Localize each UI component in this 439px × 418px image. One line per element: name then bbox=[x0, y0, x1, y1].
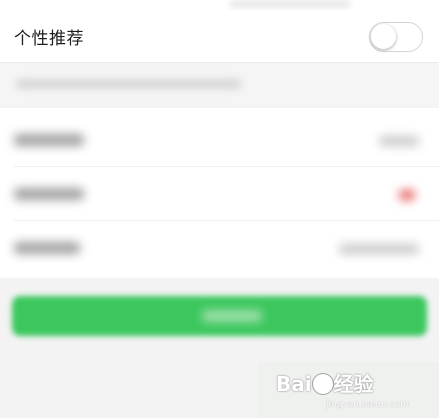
blurred-row[interactable] bbox=[0, 220, 439, 276]
top-blurred-strip bbox=[0, 0, 439, 10]
blurred-button-label bbox=[202, 310, 262, 322]
baidu-jingyan-watermark: Bai 经验 jingyan.baidu.com bbox=[258, 362, 439, 418]
blurred-value bbox=[339, 244, 419, 254]
blurred-settings-panel bbox=[0, 108, 439, 278]
blurred-row[interactable] bbox=[0, 166, 439, 222]
toggle-knob bbox=[371, 24, 396, 49]
watermark-logo-text: 经验 bbox=[333, 372, 374, 396]
blurred-content bbox=[230, 0, 350, 8]
blurred-value bbox=[379, 136, 419, 146]
setting-label: 个性推荐 bbox=[14, 29, 84, 49]
blurred-hint-text bbox=[0, 63, 439, 107]
watermark-logo-text: Bai bbox=[276, 372, 312, 396]
blurred-primary-button[interactable] bbox=[12, 296, 427, 336]
watermark-url: jingyan.baidu.com bbox=[326, 400, 410, 410]
personalized-recommendation-row: 个性推荐 bbox=[0, 10, 439, 63]
blurred-label bbox=[14, 134, 84, 146]
paw-icon bbox=[312, 374, 333, 394]
settings-screen: 个性推荐 Bai 经验 jingyan.baidu.com bbox=[0, 0, 439, 418]
watermark-logo: Bai 经验 bbox=[276, 368, 426, 402]
blurred-label bbox=[14, 242, 80, 254]
blurred-label bbox=[14, 188, 84, 200]
blurred-red-badge bbox=[399, 190, 415, 200]
blurred-content bbox=[16, 79, 241, 89]
blurred-row[interactable] bbox=[0, 112, 439, 168]
personalized-recommendation-toggle[interactable] bbox=[369, 22, 423, 52]
